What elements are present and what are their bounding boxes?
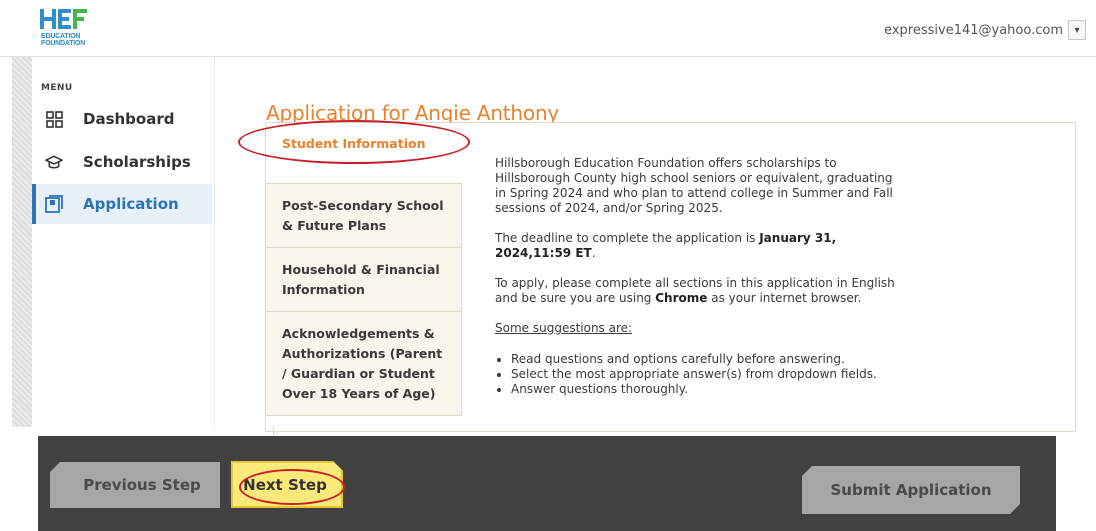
tab-label: Post-Secondary School & Future Plans <box>282 197 444 233</box>
deadline-suffix: . <box>591 246 596 260</box>
list-item: Read questions and options carefully bef… <box>511 352 895 367</box>
sidebar-item-dashboard[interactable]: Dashboard <box>32 99 212 139</box>
logo-text-foundation: FOUNDATION <box>41 40 86 47</box>
tab-label: Acknowledgements & Authorizations (Paren… <box>282 325 443 401</box>
sidebar-item-label: Dashboard <box>83 110 175 128</box>
tab-label: Student Information <box>282 136 426 151</box>
chevron-down-icon[interactable]: ▾ <box>1068 20 1086 40</box>
application-form-icon <box>45 195 63 213</box>
list-item: Answer questions thoroughly. <box>511 382 895 397</box>
tab-acknowledgements[interactable]: Acknowledgements & Authorizations (Paren… <box>266 311 462 416</box>
step-content: Hillsborough Education Foundation offers… <box>495 156 895 397</box>
hef-logo[interactable]: EDUCATION FOUNDATION <box>40 7 94 49</box>
tab-household-financial[interactable]: Household & Financial Information <box>266 247 462 312</box>
next-step-button[interactable]: Next Step <box>231 461 343 508</box>
account-email[interactable]: expressive141@yahoo.com <box>884 23 1063 38</box>
sidebar-item-label: Application <box>83 195 179 213</box>
intro-paragraph: Hillsborough Education Foundation offers… <box>495 156 893 215</box>
graduation-cap-icon <box>45 153 63 171</box>
sidebar: MENU Dashboard Scholarships Application <box>32 57 215 427</box>
browser-name: Chrome <box>655 291 708 305</box>
logo-text-education: EDUCATION <box>41 33 81 40</box>
apply-paragraph: To apply, please complete all sections i… <box>495 276 895 306</box>
suggestions-list: Read questions and options carefully bef… <box>495 352 895 397</box>
suggestions-heading: Some suggestions are: <box>495 321 633 335</box>
previous-step-button[interactable]: Previous Step <box>50 462 220 508</box>
hef-logo-mark <box>40 9 87 29</box>
step-navigation-bar: Previous Step Next Step Submit Applicati… <box>38 436 1056 531</box>
application-panel: Student Information Post-Secondary Schoo… <box>265 122 1076 432</box>
sidebar-item-label: Scholarships <box>83 153 191 171</box>
apply-suffix: as your internet browser. <box>707 291 862 305</box>
top-header: EDUCATION FOUNDATION expressive141@yahoo… <box>0 0 1096 57</box>
submit-application-button[interactable]: Submit Application <box>802 466 1020 514</box>
menu-heading: MENU <box>41 83 73 93</box>
dashboard-grid-icon <box>45 110 63 128</box>
left-gutter <box>12 57 32 427</box>
list-item: Select the most appropriate answer(s) fr… <box>511 367 895 382</box>
tab-student-information[interactable]: Student Information <box>266 123 462 184</box>
sidebar-item-scholarships[interactable]: Scholarships <box>32 142 212 182</box>
panel-divider <box>273 426 280 436</box>
account-menu[interactable]: expressive141@yahoo.com ▾ <box>884 19 1086 41</box>
tab-post-secondary-school[interactable]: Post-Secondary School & Future Plans <box>266 183 462 248</box>
deadline-paragraph: The deadline to complete the application… <box>495 231 895 261</box>
tab-label: Household & Financial Information <box>282 261 440 297</box>
deadline-prefix: The deadline to complete the application… <box>495 231 760 245</box>
sidebar-item-application[interactable]: Application <box>32 184 212 224</box>
